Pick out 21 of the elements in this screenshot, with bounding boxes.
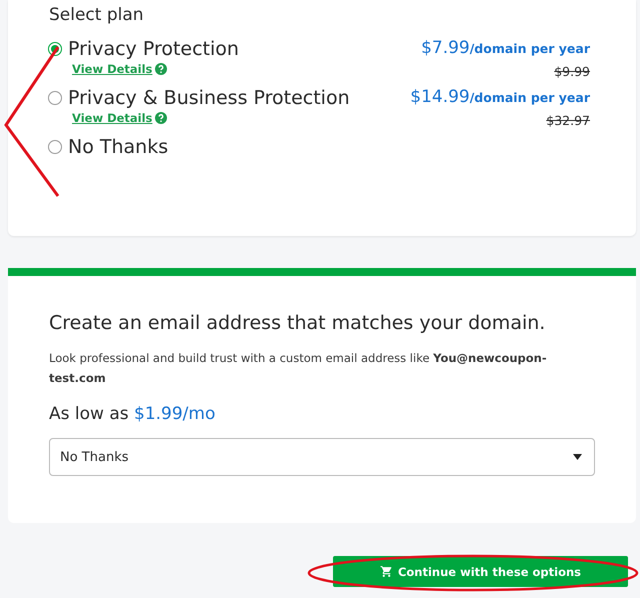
plan-price: $14.99/domain per year bbox=[410, 87, 590, 107]
price-text: As low as $1.99/mo bbox=[49, 404, 216, 424]
view-details-link[interactable]: View Details bbox=[72, 111, 152, 125]
caret-icon bbox=[573, 454, 582, 460]
radio-button[interactable] bbox=[48, 91, 62, 105]
plan-price: $7.99/domain per year bbox=[421, 38, 590, 58]
plan-name: No Thanks bbox=[68, 136, 168, 158]
cart-icon bbox=[380, 565, 393, 578]
email-select[interactable]: No Thanks bbox=[49, 438, 595, 476]
plan-name: Privacy & Business Protection bbox=[68, 87, 350, 109]
plan-name: Privacy Protection bbox=[68, 38, 239, 60]
continue-button[interactable]: Continue with these options bbox=[333, 556, 628, 587]
old-price: $32.97 bbox=[546, 113, 590, 128]
radio-button[interactable] bbox=[48, 140, 62, 154]
help-icon bbox=[155, 112, 168, 124]
old-price: $9.99 bbox=[554, 64, 590, 79]
help-icon bbox=[155, 63, 168, 75]
section-title: Select plan bbox=[49, 5, 145, 25]
description: Look professional and build trust with a custom email address like You@newcoupon-test.com bbox=[49, 350, 548, 387]
section-title: Create an email address that matches your domain. bbox=[49, 312, 546, 334]
view-details-link[interactable]: View Details bbox=[72, 62, 152, 76]
